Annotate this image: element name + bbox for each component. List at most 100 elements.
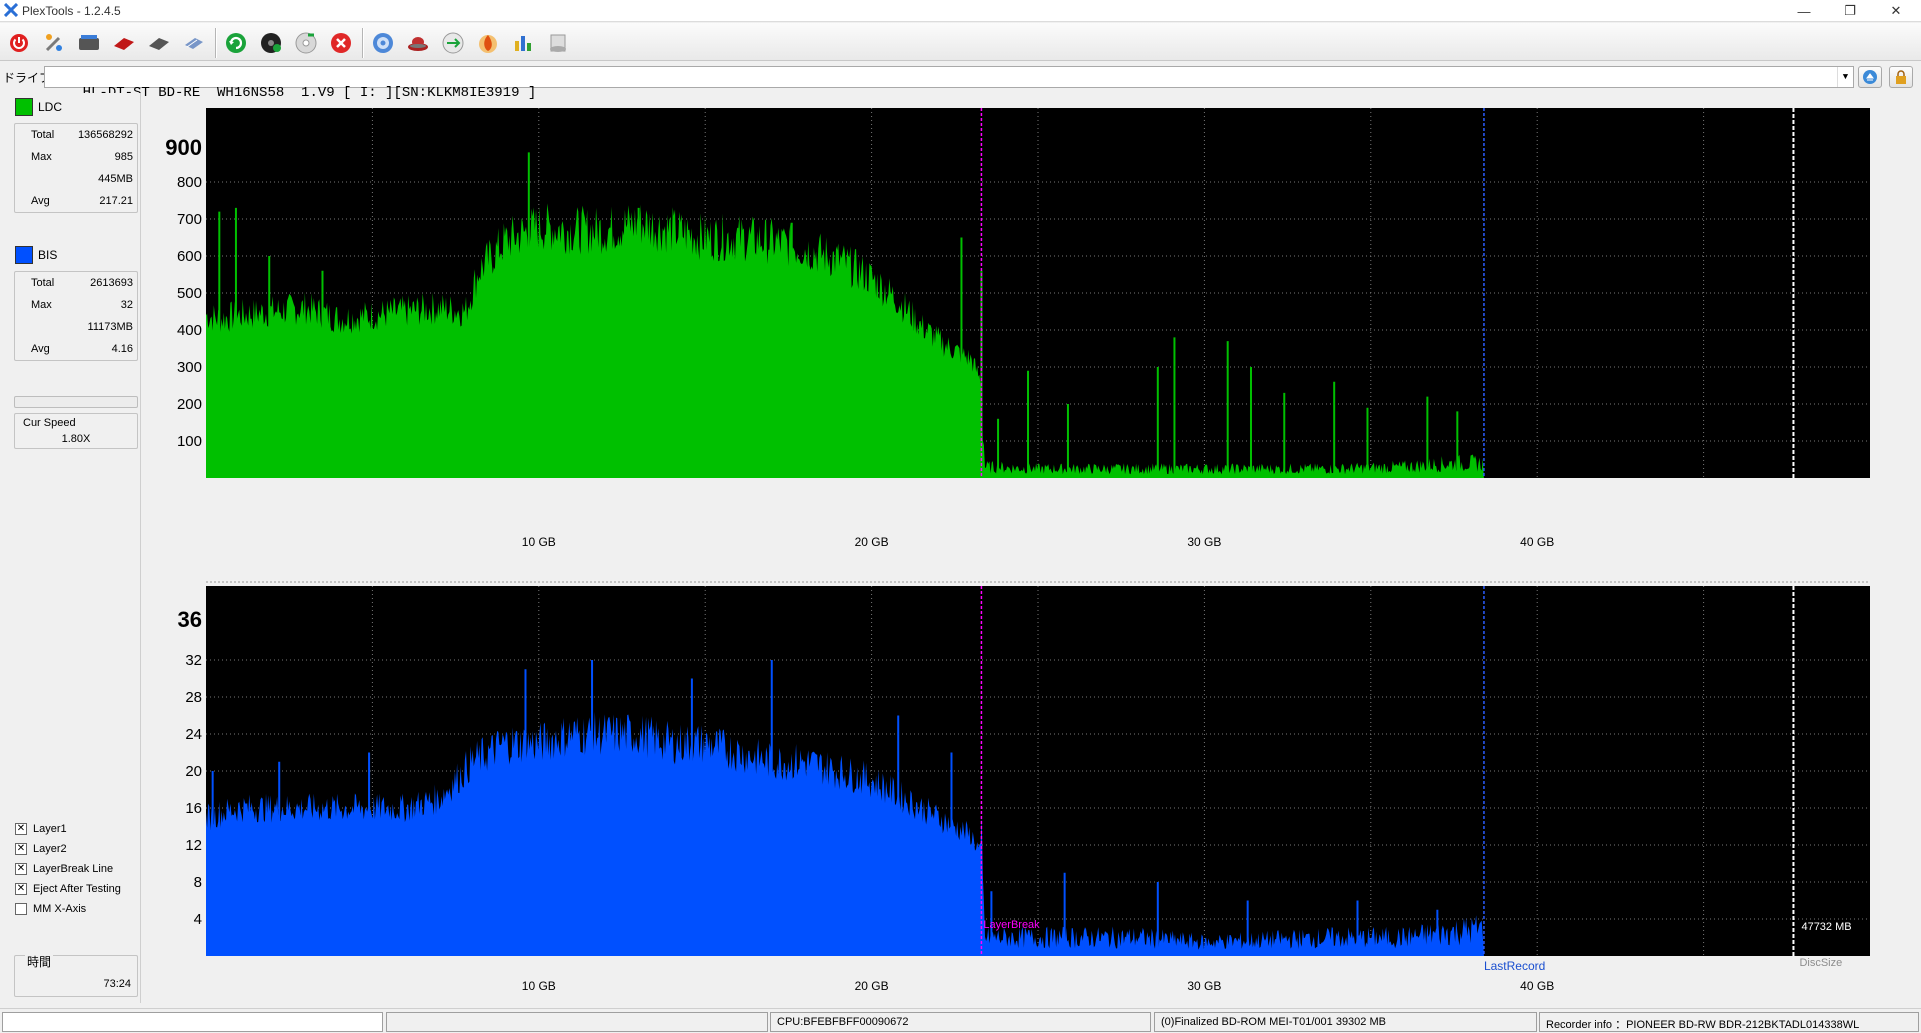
bis-total: 2613693 — [90, 277, 133, 289]
option-eject-after-testing[interactable]: ✕ Eject After Testing — [15, 881, 121, 897]
drive-info-button[interactable] — [75, 29, 103, 57]
ldc-y-tick-label: 300 — [177, 359, 202, 376]
charts-area: 100 200 300 400 500 600 700 800 900 10 GB 20 GB 30 … — [165, 108, 1870, 993]
disc-check-button[interactable] — [292, 29, 320, 57]
option-layer1[interactable]: ✕ Layer1 — [15, 821, 67, 837]
bis-max-pos: 11173MB — [87, 321, 133, 333]
bis-total-row: Total 2613693 — [31, 277, 133, 289]
wand-icon — [45, 34, 62, 52]
option-layer2[interactable]: ✕ Layer2 — [15, 841, 67, 857]
checkbox-mm-x-axis[interactable] — [15, 903, 27, 915]
bis-avg-row: Avg 4.16 — [31, 343, 133, 355]
power-icon — [10, 34, 28, 52]
ldc-max: 985 — [114, 151, 133, 163]
ldc-y-tick-label: 700 — [177, 211, 202, 228]
option-layerbreak-line[interactable]: ✕ LayerBreak Line — [15, 861, 113, 877]
speed-box: Cur Speed 1.80X — [14, 413, 138, 449]
bis-y-tick-label: 20 — [185, 763, 202, 780]
bis-y-tick-label: 16 — [185, 800, 202, 817]
eject-button[interactable] — [1858, 66, 1882, 88]
chart-button[interactable] — [509, 29, 537, 57]
toolbar-separator — [215, 28, 217, 58]
time-value: 73:24 — [103, 978, 131, 990]
drive-info-icon — [79, 35, 99, 50]
ldc-y-tick-label: 400 — [177, 322, 202, 339]
disc-stack-button[interactable] — [544, 29, 572, 57]
ldc-stats: Total 136568292 Max 985 445MB Avg 217.21 — [14, 123, 138, 213]
option-mm-x-axis-label: MM X-Axis — [33, 903, 87, 915]
stop-button[interactable] — [327, 29, 355, 57]
status-bar: CPU:BFEBFBFF00090672 (0)Finalized BD-ROM… — [0, 1008, 1921, 1033]
window-title: PlexTools - 1.2.4.5 — [22, 4, 121, 18]
close-button[interactable]: ✕ — [1873, 0, 1919, 22]
stop-icon — [331, 33, 351, 53]
bis-x-tick-label: 40 GB — [1520, 979, 1554, 993]
bis-max: 32 — [120, 299, 133, 311]
minimize-button[interactable]: — — [1781, 0, 1827, 22]
flame-button[interactable] — [474, 29, 502, 57]
speed-label: Cur Speed — [23, 417, 76, 429]
disc-write-icon — [185, 38, 203, 49]
disc-write-button[interactable] — [180, 29, 208, 57]
drive-select[interactable]: HL-DT-ST BD-RE WH16NS58 1.V9 [ I: ][SN:K… — [44, 66, 1854, 101]
ldc-max-row: Max 985 — [31, 151, 133, 163]
restore-button[interactable]: ❐ — [1827, 0, 1873, 22]
disc-gray-button[interactable] — [145, 29, 173, 57]
bis-y-tick-label: 28 — [185, 689, 202, 706]
toolbar-separator — [362, 28, 364, 58]
hat-icon — [408, 37, 428, 51]
refresh-icon — [226, 33, 246, 53]
disc-black-button[interactable] — [257, 29, 285, 57]
lock-button[interactable] — [1889, 66, 1913, 88]
disc-gray-icon — [149, 38, 169, 50]
disc-arrow-button[interactable] — [439, 29, 467, 57]
test-progress-bar — [14, 396, 138, 408]
checkbox-layer2[interactable]: ✕ — [15, 843, 27, 855]
ldc-y-tick-label: 800 — [177, 174, 202, 191]
ldc-legend: LDC — [15, 97, 62, 117]
title-bar: PlexTools - 1.2.4.5 — ❐ ✕ — [0, 0, 1921, 22]
disc-stack-icon — [550, 34, 566, 52]
ldc-avg-row: Avg 217.21 — [31, 195, 133, 207]
disc-size-label: DiscSize — [1799, 957, 1842, 969]
power-button[interactable] — [5, 29, 33, 57]
bis-legend-title: BIS — [38, 248, 58, 262]
bis-y-top-label: 36 — [178, 607, 202, 632]
ldc-x-tick-label: 40 GB — [1520, 535, 1554, 549]
refresh-button[interactable] — [222, 29, 250, 57]
status-disc: (0)Finalized BD-ROM MEI-T01/001 39302 MB — [1154, 1012, 1537, 1032]
bis-x-tick-label: 10 GB — [522, 979, 556, 993]
ldc-y-top-label: 900 — [165, 135, 202, 160]
option-layerbreak-line-label: LayerBreak Line — [33, 863, 114, 875]
bis-swatch — [15, 246, 33, 264]
checkbox-eject-after-testing[interactable]: ✕ — [15, 883, 27, 895]
option-layer1-label: Layer1 — [33, 823, 67, 835]
bis-y-tick-label: 24 — [185, 726, 202, 743]
bis-avg: 4.16 — [111, 343, 133, 355]
hat-button[interactable] — [404, 29, 432, 57]
option-mm-x-axis[interactable]: MM X-Axis — [15, 901, 86, 917]
flame-icon — [479, 35, 497, 53]
chevron-down-icon[interactable]: ▼ — [1837, 67, 1853, 87]
ldc-y-tick-label: 500 — [177, 285, 202, 302]
disc-check-icon — [295, 32, 317, 54]
checkbox-layerbreak-line[interactable]: ✕ — [15, 863, 27, 875]
bis-x-tick-label: 30 GB — [1187, 979, 1221, 993]
disc-blue-button[interactable] — [369, 29, 397, 57]
ldc-swatch — [15, 98, 33, 116]
disc-red-button[interactable] — [110, 29, 138, 57]
checkbox-layer1[interactable]: ✕ — [15, 823, 27, 835]
left-panel: LDC Total 136568292 Max 985 445MB Avg 217.2… — [7, 93, 141, 1003]
lock-icon — [1896, 70, 1906, 84]
chart-icon — [515, 36, 531, 51]
wand-button[interactable] — [40, 29, 68, 57]
disc-black-icon — [261, 33, 281, 53]
option-eject-after-testing-label: Eject After Testing — [33, 883, 121, 895]
bis-y-tick-label: 4 — [194, 911, 202, 928]
time-label: 時間 — [25, 953, 54, 970]
toolbar — [0, 23, 1921, 61]
drive-select-value: HL-DT-ST BD-RE WH16NS58 1.V9 [ I: ][SN:K… — [82, 85, 537, 101]
bis-plot-background — [206, 586, 1870, 956]
ldc-max-pos-row: 445MB — [15, 168, 137, 190]
bis-max-row: Max 32 — [31, 299, 133, 311]
